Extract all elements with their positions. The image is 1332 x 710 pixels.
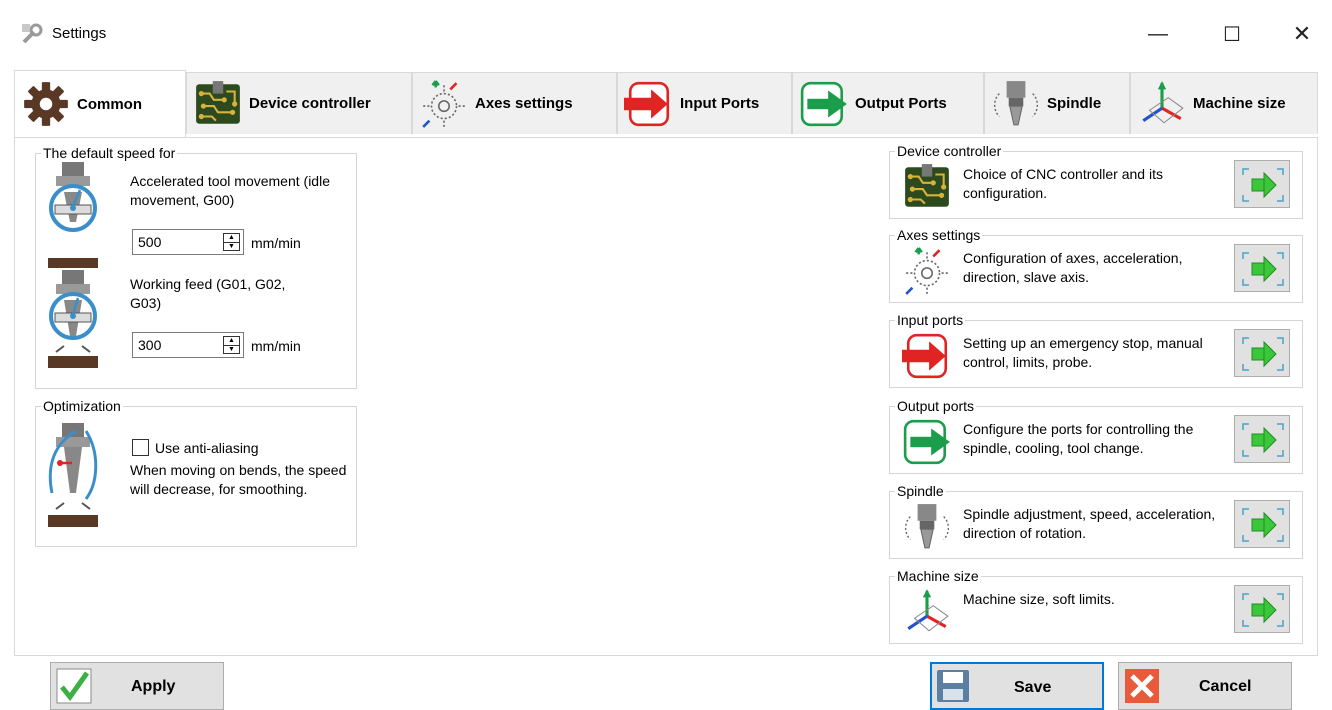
axes-icon xyxy=(902,587,952,637)
tab-label: Machine size xyxy=(1193,95,1286,112)
anti-aliasing-description: When moving on bends, the speed will dec… xyxy=(130,462,347,497)
rapid-move-tool-icon xyxy=(46,162,100,272)
group-title: Machine size xyxy=(895,568,981,584)
green-arrow-out-icon xyxy=(902,417,952,467)
optimization-group: Optimization Use anti-aliasing When movi… xyxy=(35,398,357,547)
spin-arrows[interactable]: ▲ ▼ xyxy=(223,233,240,251)
group-title: Output ports xyxy=(895,398,977,414)
circuit-board-icon xyxy=(193,79,243,129)
red-arrow-in-icon xyxy=(902,331,952,381)
red-arrow-in-icon xyxy=(624,79,674,129)
red-x-icon xyxy=(1125,669,1159,703)
tab-machine-size[interactable]: Machine size xyxy=(1130,72,1318,134)
tab-label: Axes settings xyxy=(475,95,573,112)
rapid-speed-label: Accelerated tool movement (idle movement… xyxy=(130,173,330,208)
open-device-controller-button[interactable] xyxy=(1234,160,1290,208)
rapid-speed-unit: mm/min xyxy=(251,235,301,251)
open-axes-settings-button[interactable] xyxy=(1234,244,1290,292)
apply-button[interactable]: Apply xyxy=(50,662,224,710)
go-arrow-icon xyxy=(1235,161,1291,209)
gear-icon xyxy=(21,79,71,129)
shortcut-description: Choice of CNC controller and its configu… xyxy=(963,166,1163,201)
open-machine-size-button[interactable] xyxy=(1234,585,1290,633)
shortcut-description: Configure the ports for controlling the … xyxy=(963,421,1194,456)
group-title: Optimization xyxy=(41,398,123,414)
minimize-button[interactable]: — xyxy=(1138,18,1178,50)
device-controller-shortcut: Device controller Choice of CNC controll… xyxy=(889,143,1303,219)
shortcut-description: Spindle adjustment, speed, acceleration,… xyxy=(963,506,1216,541)
working-feed-unit: mm/min xyxy=(251,338,301,354)
tab-label: Common xyxy=(77,95,142,113)
go-arrow-icon xyxy=(1235,245,1291,293)
go-arrow-icon xyxy=(1235,586,1291,634)
window-title: Settings xyxy=(52,25,107,42)
go-arrow-icon xyxy=(1235,416,1291,464)
machine-size-shortcut: Machine size Machine size, soft limits. xyxy=(889,568,1303,644)
tab-label: Spindle xyxy=(1047,95,1102,112)
spindle-shortcut: Spindle Spindle adjustment, speed, accel… xyxy=(889,483,1303,559)
group-title: Input ports xyxy=(895,312,966,328)
group-title: Device controller xyxy=(895,143,1004,159)
tab-label: Input Ports xyxy=(680,95,760,112)
tab-device-controller[interactable]: Device controller xyxy=(186,72,412,134)
anti-aliasing-label[interactable]: Use anti-aliasing xyxy=(155,439,259,458)
tab-common[interactable]: Common xyxy=(14,70,186,137)
axes-settings-shortcut: Axes settings Configuration of axes, acc… xyxy=(889,227,1303,303)
wrench-icon xyxy=(22,23,43,44)
spin-arrows[interactable]: ▲ ▼ xyxy=(223,336,240,354)
maximize-button[interactable]: ☐ xyxy=(1212,18,1252,50)
axes-icon xyxy=(1137,79,1187,129)
default-speed-group: The default speed for Accelerated tool m… xyxy=(35,145,357,389)
save-button[interactable]: Save xyxy=(930,662,1104,710)
open-spindle-button[interactable] xyxy=(1234,500,1290,548)
group-title: Axes settings xyxy=(895,227,983,243)
tab-panel-common: The default speed for Accelerated tool m… xyxy=(14,138,1318,656)
open-input-ports-button[interactable] xyxy=(1234,329,1290,377)
apply-label: Apply xyxy=(131,678,176,695)
shortcut-description: Machine size, soft limits. xyxy=(963,591,1115,607)
axes-gear-icon xyxy=(419,79,469,129)
tab-spindle[interactable]: Spindle xyxy=(984,72,1130,134)
group-title: The default speed for xyxy=(41,145,178,161)
smoothing-tool-icon xyxy=(46,423,100,533)
axes-gear-icon xyxy=(902,246,952,296)
working-feed-spinbox[interactable]: 300 ▲ ▼ xyxy=(132,332,244,358)
working-feed-value[interactable]: 300 xyxy=(138,337,161,353)
cancel-button[interactable]: Cancel xyxy=(1118,662,1292,710)
go-arrow-icon xyxy=(1235,501,1291,549)
close-button[interactable]: ✕ xyxy=(1282,18,1322,50)
spindle-icon xyxy=(902,502,952,552)
shortcut-description: Configuration of axes, acceleration, dir… xyxy=(963,250,1183,285)
title-bar: Settings — ☐ ✕ xyxy=(0,0,1332,64)
checkmark-icon xyxy=(56,668,92,704)
tab-input-ports[interactable]: Input Ports xyxy=(617,72,792,134)
anti-aliasing-checkbox[interactable] xyxy=(132,439,149,456)
tab-bar: Common Device controller Axes settings I… xyxy=(14,70,1318,138)
rapid-speed-spinbox[interactable]: 500 ▲ ▼ xyxy=(132,229,244,255)
tab-label: Device controller xyxy=(249,95,371,112)
floppy-disk-icon xyxy=(937,670,969,702)
input-ports-shortcut: Input ports Setting up an emergency stop… xyxy=(889,312,1303,388)
spindle-icon xyxy=(991,79,1041,129)
shortcut-description: Setting up an emergency stop, manual con… xyxy=(963,335,1203,370)
rapid-speed-value[interactable]: 500 xyxy=(138,234,161,250)
working-feed-label: Working feed (G01, G02, G03) xyxy=(130,276,286,311)
green-arrow-out-icon xyxy=(799,79,849,129)
circuit-board-icon xyxy=(902,162,952,212)
cancel-label: Cancel xyxy=(1199,678,1252,695)
group-title: Spindle xyxy=(895,483,946,499)
go-arrow-icon xyxy=(1235,330,1291,378)
tab-label: Output Ports xyxy=(855,95,947,112)
working-feed-tool-icon xyxy=(46,270,100,380)
save-label: Save xyxy=(1014,679,1052,696)
tab-axes-settings[interactable]: Axes settings xyxy=(412,72,617,134)
open-output-ports-button[interactable] xyxy=(1234,415,1290,463)
tab-output-ports[interactable]: Output Ports xyxy=(792,72,984,134)
output-ports-shortcut: Output ports Configure the ports for con… xyxy=(889,398,1303,474)
